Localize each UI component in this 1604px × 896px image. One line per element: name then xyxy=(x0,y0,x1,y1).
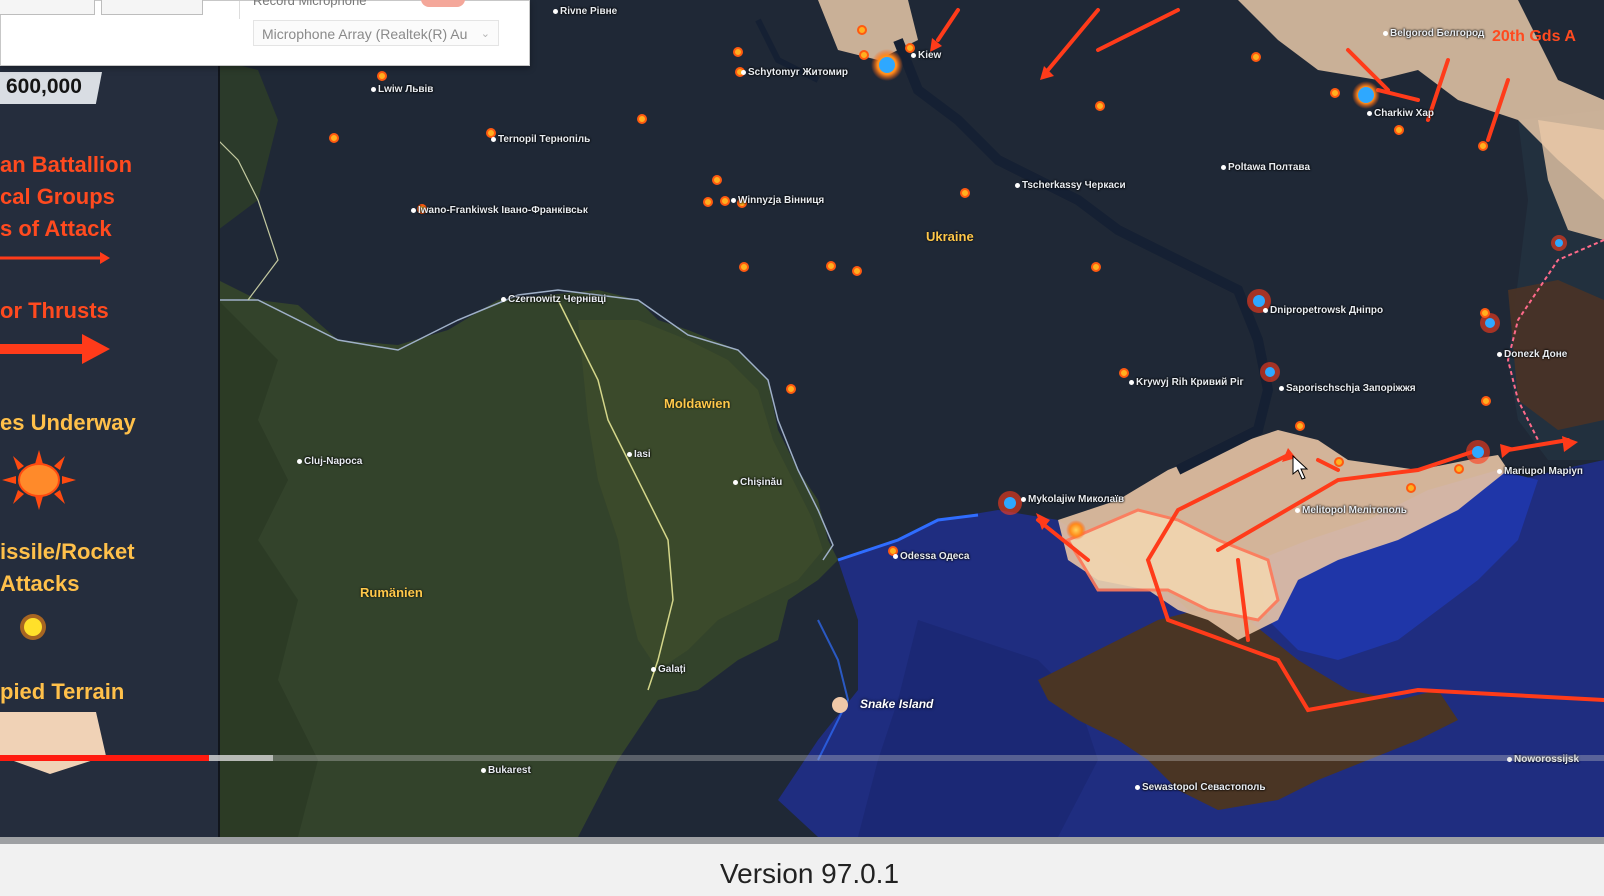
occupied-terrain-swatch xyxy=(0,712,106,774)
video-frame[interactable]: Ukraine Moldawien Rumänien Rivne Рівне K… xyxy=(0,0,1604,837)
city-label-cherkassy: Tscherkassy Черкаси xyxy=(1015,180,1126,191)
popup-button-right[interactable] xyxy=(101,0,203,15)
progress-played xyxy=(0,755,209,761)
unit-label-20th-gds: 20th Gds A xyxy=(1492,28,1576,45)
microphone-select-value: Microphone Array (Realtek(R) Au xyxy=(262,26,468,42)
mouse-cursor-icon xyxy=(1292,455,1309,480)
city-label-galati: Galați xyxy=(651,664,686,675)
missile-dot-icon xyxy=(20,614,46,640)
legend-battalion-line-1: an Battallion xyxy=(0,152,133,177)
video-progress-bar[interactable] xyxy=(0,755,1604,761)
legend-missile-line-2: Attacks xyxy=(0,571,80,596)
city-label-sevastopol: Sewastopol Севастополь xyxy=(1135,782,1266,793)
region-label-ukraine: Ukraine xyxy=(926,229,974,244)
major-thrust-arrow-icon xyxy=(0,334,110,364)
city-label-poltava: Poltawa Полтава xyxy=(1220,162,1311,173)
city-label-iasi: Iasi xyxy=(627,449,651,460)
region-label-romania: Rumänien xyxy=(360,585,423,600)
legend-missile-line-1: issile/Rocket xyxy=(0,539,135,564)
population-badge: 600,000 xyxy=(0,72,102,104)
map-drawing xyxy=(218,0,1604,837)
attack-arrow-icon xyxy=(0,252,110,264)
record-settings-popup: Record Microphone Microphone Array (Real… xyxy=(0,0,530,66)
snake-island-label: Snake Island xyxy=(860,697,934,711)
map-legend: 600,000 an Battallion cal Groups s of At… xyxy=(0,60,220,837)
city-label-dnipro: Dnipropetrowsk Дніпро xyxy=(1262,305,1384,316)
city-label-kryvyi: Krywyj Rih Кривий Ріг xyxy=(1129,377,1244,388)
city-label-donetsk: Donezk Доне xyxy=(1496,349,1568,360)
legend-battalion-line-2: cal Groups xyxy=(0,184,115,209)
region-label-moldova: Moldawien xyxy=(664,396,731,411)
popup-divider xyxy=(239,1,240,19)
city-label-odessa: Odessa Одеса xyxy=(892,551,970,562)
city-label-belgorod: Belgorod Белгород xyxy=(1382,28,1485,39)
record-microphone-toggle[interactable] xyxy=(421,0,465,7)
city-label-czernowitz: Czernowitz Чернівці xyxy=(500,294,607,305)
window-separator xyxy=(0,837,1604,844)
legend-battalion-line-3: s of Attack xyxy=(0,216,112,241)
city-label-kiev: Kiew xyxy=(910,50,942,61)
version-label: Version 97.0.1 xyxy=(720,858,900,889)
population-value: 600,000 xyxy=(6,75,82,98)
city-label-vinnytsia: Winnyzja Вінниця xyxy=(730,195,825,206)
city-label-zhytomyr: Schytomyr Житомир xyxy=(740,67,849,78)
city-label-bucharest: Bukarest xyxy=(481,765,531,776)
city-label-melitopol: Melitopol Мелітополь xyxy=(1295,505,1407,516)
city-label-rivne: Rivne Рівне xyxy=(552,6,618,17)
city-label-mariupol: Mariupol Маріуп xyxy=(1497,466,1583,477)
record-microphone-label: Record Microphone xyxy=(253,0,367,8)
legend-terrain-label: pied Terrain xyxy=(0,679,125,704)
city-label-kharkiv: Charkiw Хар xyxy=(1366,108,1435,119)
legend-underway-label: es Underway xyxy=(0,410,136,435)
city-label-zaporizhzhia: Saporischschja Запоріжжя xyxy=(1279,383,1416,394)
battle-burst-icon xyxy=(2,450,76,510)
chevron-down-icon: ⌄ xyxy=(480,28,490,40)
city-label-lviv: Lwiw Львів xyxy=(370,84,434,95)
city-label-chisinau: Chișinău xyxy=(732,477,783,488)
city-label-ternopil: Ternopil Тернопіль xyxy=(490,134,591,145)
city-label-ivano: Iwano-Frankiwsk Івано-Франківськ xyxy=(411,205,588,216)
legend-thrusts-label: or Thrusts xyxy=(0,298,109,323)
microphone-select[interactable]: Microphone Array (Realtek(R) Au ⌄ xyxy=(253,20,499,46)
city-label-cluj: Cluj-Napoca xyxy=(296,456,363,467)
footer-bar: Version 97.0.1 xyxy=(0,844,1604,896)
popup-button-left[interactable] xyxy=(0,0,95,15)
city-label-mykolaiv: Mykolajiw Миколаїв xyxy=(1020,494,1125,505)
map-area: Ukraine Moldawien Rumänien Rivne Рівне K… xyxy=(218,0,1604,837)
